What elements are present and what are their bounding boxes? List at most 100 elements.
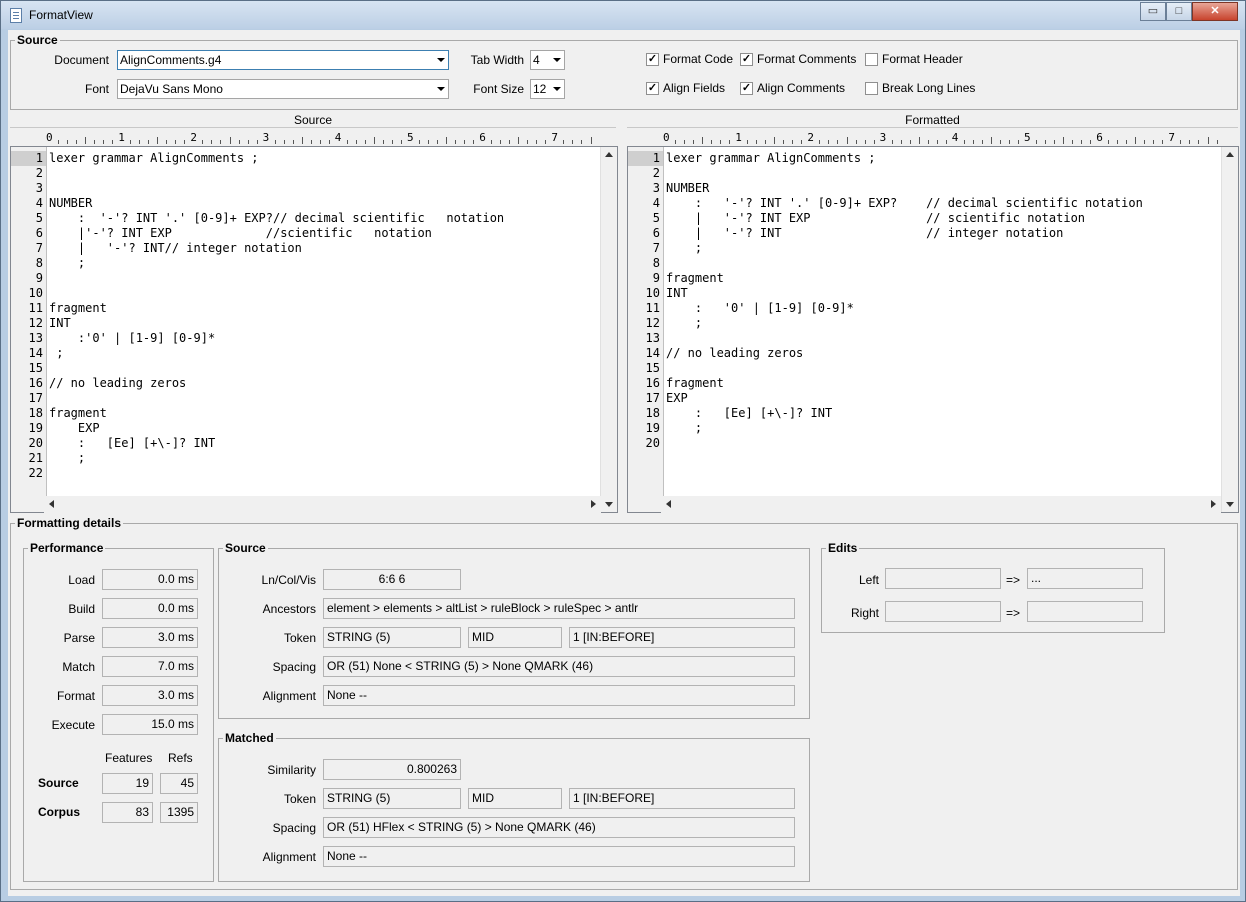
format-code-label: Format Code [663, 52, 734, 66]
chevron-down-icon [437, 87, 445, 91]
scroll-down-icon[interactable] [1226, 502, 1234, 507]
source-token-field: STRING (5) [323, 627, 461, 648]
source-spacing-field: OR (51) None < STRING (5) > None QMARK (… [323, 656, 795, 677]
format-view-window: FormatView ▭ □ ✕ Source Document AlignCo… [0, 0, 1246, 902]
source-refs-field: 45 [160, 773, 198, 794]
ruler-tick [1063, 137, 1065, 144]
document-icon [10, 8, 22, 23]
font-select[interactable]: DejaVu Sans Mono [117, 79, 449, 99]
ruler-tick [1081, 140, 1083, 144]
scroll-up-icon[interactable] [605, 152, 613, 157]
ruler-tick [864, 140, 866, 144]
ruler-digit: 7 [1168, 131, 1176, 144]
ruler-tick [563, 140, 565, 144]
similarity-field: 0.800263 [323, 759, 461, 780]
scroll-left-icon[interactable] [49, 500, 54, 508]
ruler-tick [1090, 140, 1092, 144]
ruler-tick [945, 140, 947, 144]
ruler-tick [1126, 140, 1128, 144]
formatted-editor[interactable]: 1 2 3 4 5 6 7 8 9 10 11 12 13 14 15 16 17 18 19 20 lexer gr… [627, 146, 1239, 513]
source-editor[interactable]: 1 2 3 4 5 6 7 8 9 10 11 12 13 14 15 16 17 18 19 20 21 22 lexe… [10, 146, 618, 513]
ruler-tick [76, 140, 78, 144]
tab-width-value: 4 [533, 53, 540, 67]
ruler-tick [455, 140, 457, 144]
line-number: 14 [645, 346, 660, 360]
document-select[interactable]: AlignComments.g4 [117, 50, 449, 70]
performance-title: Performance [28, 541, 106, 555]
ruler-tick [67, 140, 69, 144]
line-number: 22 [28, 466, 43, 480]
client-area: Source Document AlignComments.g4 Font De… [8, 30, 1240, 896]
ruler-tick [112, 140, 114, 144]
left-arrow: => [1006, 573, 1021, 587]
scroll-down-icon[interactable] [605, 502, 613, 507]
ruler-tick [1008, 140, 1010, 144]
source-horizontal-scrollbar[interactable] [44, 496, 601, 513]
scroll-right-icon[interactable] [1211, 500, 1216, 508]
perf-build-label: Build [68, 602, 95, 616]
ruler-digit: 3 [879, 131, 887, 144]
matched-token-pos-field: 1 [IN:BEFORE] [569, 788, 795, 809]
code-line: EXP [49, 421, 100, 435]
line-number: 9 [652, 271, 660, 285]
title-bar[interactable]: FormatView ▭ □ ✕ [1, 1, 1245, 29]
formatted-vertical-scrollbar[interactable] [1221, 147, 1238, 512]
matched-title: Matched [223, 731, 276, 745]
maximize-button[interactable]: □ [1166, 2, 1192, 21]
ruler-tick [936, 140, 938, 144]
ruler-tick [400, 140, 402, 144]
tab-width-label: Tab Width [470, 53, 524, 67]
matched-token-field: STRING (5) [323, 788, 461, 809]
line-number: 8 [35, 256, 43, 270]
minimize-button[interactable]: ▭ [1140, 2, 1166, 21]
perf-match-field: 7.0 ms [102, 656, 198, 677]
ruler-tick [756, 140, 758, 144]
perf-parse-field: 3.0 ms [102, 627, 198, 648]
tab-width-select[interactable]: 4 [530, 50, 565, 70]
line-number: 2 [652, 166, 660, 180]
ruler-tick [981, 140, 983, 144]
line-number: 2 [35, 166, 43, 180]
source-pane-title: Source [10, 114, 616, 128]
formatted-horizontal-scrollbar[interactable] [661, 496, 1221, 513]
formatted-ruler: 0 1 2 3 4 5 6 7 [627, 130, 1219, 146]
ruler-tick [509, 140, 511, 144]
chevron-down-icon [553, 58, 561, 62]
ruler-tick [801, 140, 803, 144]
matched-token-label: Token [283, 792, 316, 806]
source-token-pos-field: 1 [IN:BEFORE] [569, 627, 795, 648]
corpus-refs-field: 1395 [160, 802, 198, 823]
font-size-label: Font Size [473, 82, 524, 96]
code-line: NUMBER [666, 181, 710, 195]
left-edit-field [885, 568, 1001, 589]
ruler-digit: 6 [479, 131, 486, 144]
line-number: 1 [11, 151, 46, 166]
ruler-digit: 2 [807, 131, 815, 144]
line-number: 12 [645, 316, 660, 330]
code-line: // no leading zeros [49, 376, 187, 390]
code-line: lexer grammar AlignComments ; [49, 151, 259, 165]
scroll-up-icon[interactable] [1226, 152, 1234, 157]
perf-match-label: Match [62, 660, 95, 674]
perf-format-field: 3.0 ms [102, 685, 198, 706]
ruler-tick [1045, 140, 1047, 144]
ruler-tick [527, 140, 529, 144]
right-label: Right [850, 606, 879, 620]
font-size-value: 12 [533, 82, 547, 96]
scroll-right-icon[interactable] [591, 500, 596, 508]
source-vertical-scrollbar[interactable] [600, 147, 617, 512]
features-header: Features [105, 751, 153, 765]
ruler-tick [518, 137, 520, 144]
ruler-tick [130, 140, 132, 144]
formatting-details-title: Formatting details [15, 516, 124, 530]
code-line: ; [49, 346, 64, 360]
font-size-select[interactable]: 12 [530, 79, 565, 99]
align-fields-label: Align Fields [663, 81, 726, 95]
close-button[interactable]: ✕ [1192, 2, 1238, 21]
ruler-tick [1162, 140, 1164, 144]
ruler-tick [446, 137, 448, 144]
scroll-left-icon[interactable] [666, 500, 671, 508]
ruler-tick [1054, 140, 1056, 144]
ruler-tick [837, 140, 839, 144]
code-line: | '-'? INT EXP // scientific notation [666, 211, 1086, 225]
